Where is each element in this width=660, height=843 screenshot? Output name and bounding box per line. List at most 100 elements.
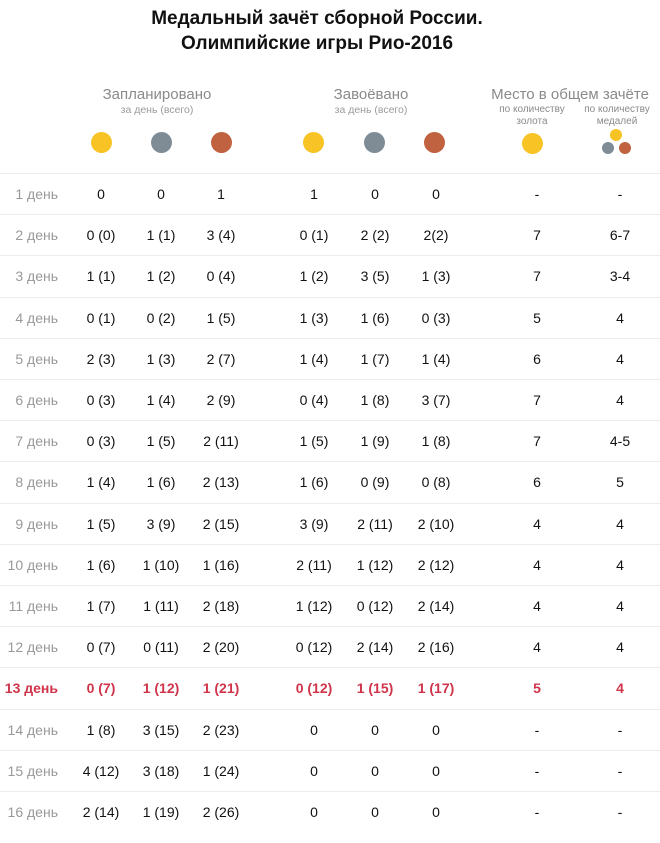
table-cell: 0 xyxy=(310,721,318,738)
table-cell: 1 (8) xyxy=(360,392,390,408)
table-cell: 7 xyxy=(533,433,541,450)
table-cell: 3 (5) xyxy=(360,268,390,285)
planned-sublabel: за день (всего) xyxy=(120,104,194,116)
table-cell: - xyxy=(534,721,540,738)
table-cell: 1 (16) xyxy=(202,556,240,573)
table-cell: 1 (5) xyxy=(206,309,236,326)
table-cell: 1 (21) xyxy=(202,680,240,697)
table-cell: 4 xyxy=(533,515,541,532)
table-cell: 0 (9) xyxy=(360,474,390,491)
table-cell: 5 xyxy=(533,680,541,697)
page-title: Медальный зачёт сборной России. Олимпийс… xyxy=(0,6,634,56)
table-cell: 2 (20) xyxy=(202,639,240,656)
day-label: 1 день xyxy=(15,186,58,202)
place-by-medals-label: по количеству медалей xyxy=(584,104,650,127)
table-cell: 4 xyxy=(616,598,624,614)
table-cell: 3 (7) xyxy=(421,392,451,408)
table-cell: 0 (8) xyxy=(421,474,451,491)
table-cell: 0 (12) xyxy=(356,598,394,614)
table-cell: 1 (6) xyxy=(299,474,329,491)
table-row: 12 день 0 (7) 0 (11) 2 (20) 0 (12) 2 (14) 2 (1… xyxy=(0,626,660,667)
table-cell: 1 xyxy=(310,186,318,202)
table-cell: 4 xyxy=(616,350,624,367)
table-cell: 0 xyxy=(371,804,379,820)
table-cell: 4 xyxy=(616,639,624,656)
table-cell: 0 xyxy=(310,804,318,820)
table-cell: 2 (11) xyxy=(203,433,239,450)
table-cell: 2 (23) xyxy=(202,721,240,738)
table-cell: 2 (11) xyxy=(357,515,393,532)
table-row: 8 день 1 (4) 1 (6) 2 (13) 1 (6) 0 (9) 0 (8) 6 5 xyxy=(0,461,660,502)
gold-medal-icon xyxy=(610,129,622,141)
silver-medal-icon xyxy=(151,132,172,153)
won-sublabel: за день (всего) xyxy=(334,104,408,116)
day-label: 4 день xyxy=(15,309,58,326)
table-cell: 0 (4) xyxy=(206,268,236,285)
table-cell: 3 (9) xyxy=(299,515,329,532)
table-cell: 1 (3) xyxy=(299,309,329,326)
table-cell: - xyxy=(617,804,623,820)
place-by-gold-label: по количеству золота xyxy=(499,104,565,127)
silver-medal-icon xyxy=(364,132,385,153)
table-cell: 1 (8) xyxy=(421,433,451,450)
day-label: 14 день xyxy=(7,721,58,738)
day-label: 8 день xyxy=(15,474,58,491)
table-cell: - xyxy=(617,762,623,779)
table-cell: 0 xyxy=(432,721,440,738)
table-cell: 1 (4) xyxy=(421,350,451,367)
table-cell: - xyxy=(534,804,540,820)
table-cell: 0 xyxy=(432,804,440,820)
table-cell: 1 (4) xyxy=(299,350,329,367)
table-cell: 4 xyxy=(533,598,541,614)
table-row: 4 день 0 (1) 0 (2) 1 (5) 1 (3) 1 (6) 0 (3) 5 4 xyxy=(0,296,660,338)
table-cell: - xyxy=(534,186,540,202)
table-row: 5 день 2 (3) 1 (3) 2 (7) 1 (4) 1 (7) 1 (4) 6 4 xyxy=(0,337,660,379)
day-label: 3 день xyxy=(15,268,58,285)
table-cell: 3 (4) xyxy=(206,227,236,244)
table-cell: 5 xyxy=(616,474,624,491)
table-cell: - xyxy=(534,762,540,779)
table-cell: 1 (3) xyxy=(421,268,451,285)
table-cell: 3-4 xyxy=(609,268,631,285)
table-cell: 2 (14) xyxy=(356,639,394,656)
won-header: Завоёвано за день (всего) xyxy=(296,86,446,116)
table-cell: 1 (17) xyxy=(417,680,455,697)
table-cell: 2 (11) xyxy=(296,556,332,573)
table-row: 10 день 1 (6) 1 (10) 1 (16) 2 (11) 1 (12) 2 (1… xyxy=(0,543,660,585)
table-cell: 6-7 xyxy=(609,227,631,244)
title-line-1: Медальный зачёт сборной России. xyxy=(151,8,483,29)
table-row: 15 день 4 (12) 3 (18) 1 (24) 0 0 0- - xyxy=(0,749,660,791)
table-cell: 6 xyxy=(533,474,541,491)
table-cell: 0 xyxy=(310,762,318,779)
table-row: 7 день 0 (3) 1 (5) 2 (11) 1 (5) 1 (9) 1 (8) 7 4-… xyxy=(0,420,660,461)
day-label: 2 день xyxy=(15,227,58,244)
table-cell: 7 xyxy=(533,392,541,408)
gold-medal-icon xyxy=(91,132,112,153)
table-cell: - xyxy=(617,721,623,738)
table-cell: 1 (7) xyxy=(360,350,390,367)
day-label: 11 день xyxy=(8,598,58,614)
day-label: 9 день xyxy=(15,515,58,532)
day-label: 15 день xyxy=(7,762,58,779)
won-label: Завоёвано xyxy=(333,86,409,103)
day-label: 16 день xyxy=(7,804,58,820)
planned-label: Запланировано xyxy=(102,86,212,103)
place-header: Место в общем зачёте xyxy=(480,86,660,104)
table-cell: 1 (2) xyxy=(299,268,329,285)
day-label: 5 день xyxy=(15,350,58,367)
table-cell: 1 (24) xyxy=(202,762,240,779)
day-label: 12 день xyxy=(7,639,58,656)
bronze-medal-icon xyxy=(619,142,631,154)
table-cell: 2(2) xyxy=(423,227,449,244)
table-cell: 6 xyxy=(533,350,541,367)
table-row: 9 день 1 (5) 3 (9) 2 (15) 3 (9) 2 (11) 2 (10) 4… xyxy=(0,502,660,544)
table-cell: 4 xyxy=(616,392,624,408)
table-cell: 0 (12) xyxy=(295,639,333,656)
table-cell: 0 xyxy=(432,762,440,779)
table-cell: 1 (6) xyxy=(360,309,390,326)
planned-header: Запланировано за день (всего) xyxy=(82,86,232,116)
table-row: 14 день 1 (8) 3 (15) 2 (23) 0 0 0- - xyxy=(0,708,660,750)
table-cell: 2 (12) xyxy=(417,556,455,573)
table-cell: 1 (12) xyxy=(295,598,333,614)
table-cell: 2 (14) xyxy=(417,598,455,614)
